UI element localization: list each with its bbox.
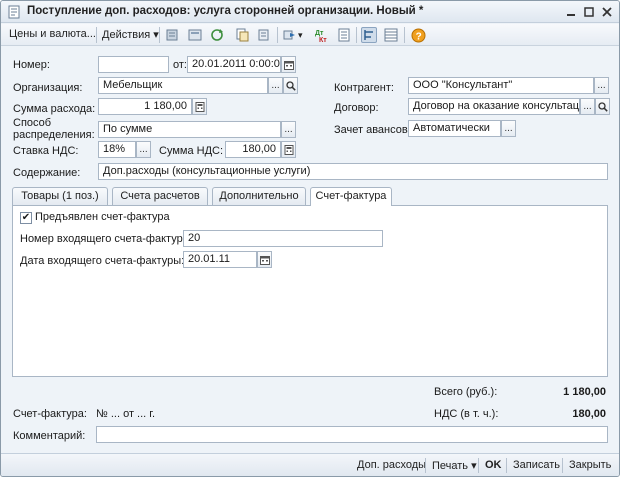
tab-goods[interactable]: Товары (1 поз.) [12,187,108,205]
close-icon[interactable] [599,5,615,19]
comment-field[interactable] [96,426,608,443]
contract-label: Договор: [334,102,379,114]
print-button[interactable]: Печать ▾ [432,459,477,472]
go-to-dropdown-icon[interactable]: ▾ [298,30,303,41]
advances-field[interactable]: Автоматически [408,120,501,137]
amount-field[interactable]: 1 180,00 [98,98,192,115]
bottom-separator [506,458,507,473]
window-title: Поступление доп. расходов: услуга сторон… [27,5,424,17]
distribution-label-line1: Способ [13,117,52,129]
invoice-footer-label: Счет-фактура: [13,408,87,420]
contract-search-icon[interactable] [595,98,610,115]
prices-currency-button[interactable]: Цены и валюта... [9,28,96,40]
vat-sum-label: Сумма НДС: [159,145,224,157]
table-icon[interactable] [383,27,399,43]
distribution-select-button[interactable]: ... [281,121,296,138]
structure-icon[interactable] [361,27,377,43]
incoming-date-calendar-icon[interactable] [257,251,272,268]
distribution-field[interactable]: По сумме [98,121,281,138]
toolbar-separator [277,27,278,43]
contract-select-button[interactable]: ... [580,98,595,115]
content-label: Содержание: [13,167,81,179]
total-label: Всего (руб.): [434,386,498,398]
contract-field[interactable]: Договор на оказание консультационных [408,98,580,115]
chevron-down-icon: ▾ [153,29,159,41]
save-button[interactable]: Записать [513,459,560,471]
copy-document-icon[interactable] [234,27,250,43]
actions-menu-button[interactable]: Действия ▾ [102,28,159,41]
counterparty-label: Контрагент: [334,82,394,94]
svg-text:?: ? [415,31,421,42]
number-label: Номер: [13,59,50,71]
document-icon [8,5,20,19]
debit-credit-icon[interactable]: Дт Кт [314,27,330,43]
toolbar: Цены и валюта... Действия ▾ ▾ Дт Кт ? [1,24,619,46]
counterparty-select-button[interactable]: ... [594,77,609,94]
amount-label: Сумма расхода: [13,103,96,115]
bottom-separator [562,458,563,473]
advances-label: Зачет авансов: [334,124,411,136]
toolbar-separator [159,27,160,43]
vat-rate-select-button[interactable]: ... [136,141,151,158]
ok-button[interactable]: OK [485,459,502,471]
close-button[interactable]: Закрыть [569,459,611,471]
toolbar-separator [404,27,405,43]
toolbar-separator [96,27,97,43]
invoice-footer-link[interactable]: № ... от ... г. [96,408,155,420]
presented-label: Предъявлен счет-фактура [35,211,170,223]
go-to-icon[interactable] [282,27,298,43]
tab-accounts[interactable]: Счета расчетов [112,187,208,205]
help-icon[interactable]: ? [410,27,426,43]
toolbar-separator [356,27,357,43]
content-field[interactable]: Доп.расходы (консультационные услуги) [98,163,608,180]
bottom-separator [478,458,479,473]
vat-calculator-icon[interactable] [281,141,296,158]
date-from-label: от: [173,59,187,71]
delete-document-icon[interactable] [256,27,272,43]
view-list-icon[interactable] [187,27,203,43]
calculator-icon[interactable] [192,98,207,115]
maximize-icon[interactable] [581,5,597,19]
minimize-icon[interactable] [563,5,579,19]
post-document-icon[interactable] [164,27,180,43]
vat-sum-field[interactable]: 180,00 [225,141,281,158]
incoming-date-label: Дата входящего счета-фактуры: [20,255,185,267]
total-value: 1 180,00 [563,386,606,398]
bottom-bar: Доп. расходы Печать ▾ OK Записать Закрыт… [1,453,619,476]
incoming-number-field[interactable]: 20 [183,230,383,247]
svg-text:Кт: Кт [319,37,327,43]
svg-text:Дт: Дт [315,30,324,37]
advances-select-button[interactable]: ... [501,120,516,137]
report-icon[interactable] [336,27,352,43]
comment-label: Комментарий: [13,430,86,442]
organization-label: Организация: [13,82,83,94]
print-chevron-down-icon: ▾ [471,460,477,472]
actions-menu-label: Действия [102,29,151,41]
incoming-date-field[interactable]: 20.01.11 [183,251,257,268]
calendar-icon[interactable] [281,56,296,73]
organization-select-button[interactable]: ... [268,77,283,94]
search-icon[interactable] [283,77,298,94]
tab-additional[interactable]: Дополнительно [212,187,306,205]
print-label: Печать [432,460,469,472]
extra-costs-button[interactable]: Доп. расходы [357,459,426,471]
vat-total-label: НДС (в т. ч.): [434,408,499,420]
number-field[interactable] [98,56,169,73]
incoming-number-label: Номер входящего счета-фактуры: [20,233,194,245]
distribution-label-line2: распределения: [13,129,95,141]
vat-rate-field[interactable]: 18% [98,141,136,158]
document-window: Поступление доп. расходов: услуга сторон… [0,0,620,477]
organization-field[interactable]: Мебельщик [98,77,268,94]
vat-total-value: 180,00 [572,408,606,420]
tab-strip: Товары (1 поз.) Счета расчетов Дополните… [12,187,608,206]
title-bar: Поступление доп. расходов: услуга сторон… [1,1,619,23]
invoice-tab-panel: ✔ Предъявлен счет-фактура Номер входящег… [12,205,608,377]
bottom-separator [425,458,426,473]
refresh-icon[interactable] [209,27,225,43]
date-field[interactable]: 20.01.2011 0:00:00 [187,56,281,73]
vat-rate-label: Ставка НДС: [13,145,79,157]
counterparty-field[interactable]: ООО "Консультант" [408,77,594,94]
presented-checkbox[interactable]: ✔ [20,212,32,224]
tab-invoice[interactable]: Счет-фактура [310,187,392,206]
